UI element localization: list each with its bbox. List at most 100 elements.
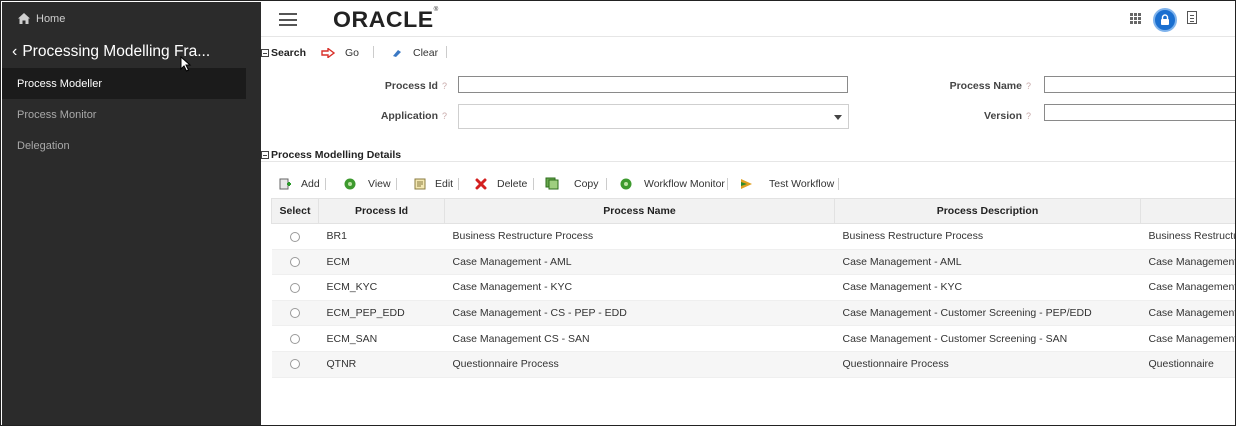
- select-cell: [271, 325, 319, 352]
- toolbar-divider: [606, 178, 607, 190]
- details-section-header[interactable]: Process Modelling Details: [261, 149, 401, 161]
- process-id-input[interactable]: [458, 76, 848, 93]
- go-label: Go: [345, 47, 360, 59]
- table-row[interactable]: ECM Case Management - AML Case Managemen…: [271, 249, 1235, 276]
- edit-label: Edit: [435, 178, 454, 190]
- process-name-cell: Case Management - KYC: [444, 274, 835, 301]
- column-header-process-id[interactable]: Process Id: [318, 198, 445, 224]
- process-id-label: Process Id?: [384, 80, 447, 92]
- select-cell: [271, 274, 319, 301]
- details-section-label: Process Modelling Details: [271, 149, 402, 161]
- process-description-cell: Case Management - KYC: [834, 274, 1141, 301]
- sidebar-title[interactable]: ‹ Processing Modelling Fra...: [2, 35, 261, 72]
- row-radio[interactable]: [290, 333, 300, 344]
- row-radio[interactable]: [290, 359, 300, 370]
- row-radio[interactable]: [290, 282, 300, 293]
- logo-mark: ®: [433, 7, 439, 13]
- view-button[interactable]: View: [344, 178, 391, 190]
- table-row[interactable]: ECM_PEP_EDD Case Management - CS - PEP -…: [271, 300, 1235, 327]
- test-workflow-label: Test Workflow: [769, 178, 835, 190]
- sidebar: Home ‹ Processing Modelling Fra... Proce…: [2, 2, 261, 425]
- search-section-header[interactable]: Search: [261, 47, 306, 59]
- toolbar-divider: [533, 178, 534, 190]
- process-id-cell: BR1: [318, 223, 445, 250]
- view-icon: [344, 178, 356, 190]
- process-name-cell: Case Management - CS - PEP - EDD: [444, 300, 835, 327]
- table-header-row: Select Process Id Process Name Process D…: [271, 198, 1235, 224]
- table-row[interactable]: ECM_SAN Case Management CS - SAN Case Ma…: [271, 325, 1235, 352]
- go-button[interactable]: Go: [321, 47, 359, 59]
- clear-button[interactable]: Clear: [391, 47, 438, 59]
- column-header-extra[interactable]: [1140, 198, 1235, 224]
- home-link[interactable]: Home: [2, 2, 261, 35]
- app-window: Home ‹ Processing Modelling Fra... Proce…: [0, 0, 1236, 426]
- process-name-input[interactable]: [1044, 76, 1235, 93]
- process-table: Select Process Id Process Name Process D…: [271, 198, 1235, 378]
- workflow-monitor-icon: [620, 178, 632, 190]
- column-header-process-name[interactable]: Process Name: [444, 198, 835, 224]
- test-workflow-icon: [741, 179, 752, 189]
- workflow-monitor-button[interactable]: Workflow Monitor: [620, 178, 725, 190]
- column-header-process-description[interactable]: Process Description: [834, 198, 1141, 224]
- help-icon[interactable]: ?: [1026, 81, 1031, 91]
- copy-button[interactable]: Copy: [545, 177, 599, 190]
- table-row[interactable]: BR1 Business Restructure Process Busines…: [271, 223, 1235, 250]
- apps-grid-icon[interactable]: [1130, 13, 1141, 24]
- extra-cell: Business Restructu: [1140, 223, 1235, 250]
- sidebar-item-delegation[interactable]: Delegation: [2, 130, 246, 161]
- edit-icon: [414, 178, 426, 190]
- sidebar-item-process-monitor[interactable]: Process Monitor: [2, 99, 246, 130]
- table-row[interactable]: ECM_KYC Case Management - KYC Case Manag…: [271, 274, 1235, 301]
- application-select[interactable]: [458, 104, 849, 129]
- application-label: Application?: [380, 110, 447, 122]
- table-row[interactable]: QTNR Questionnaire Process Questionnaire…: [271, 351, 1235, 378]
- add-label: Add: [301, 178, 320, 190]
- process-name-cell: Case Management - AML: [444, 249, 835, 276]
- row-radio[interactable]: [290, 231, 300, 242]
- copy-label: Copy: [574, 177, 599, 190]
- version-input[interactable]: [1044, 104, 1235, 121]
- help-icon[interactable]: ?: [442, 111, 447, 121]
- mouse-cursor-icon: [180, 56, 192, 72]
- chevron-left-icon[interactable]: ‹: [12, 43, 17, 60]
- document-icon[interactable]: [1187, 11, 1197, 24]
- help-icon[interactable]: ?: [1026, 111, 1031, 121]
- user-avatar-icon[interactable]: [1153, 8, 1177, 32]
- version-label: Version?: [984, 110, 1031, 122]
- select-cell: [271, 300, 319, 327]
- lock-icon: [1161, 14, 1169, 25]
- logo-text: ORACLE: [333, 7, 434, 32]
- extra-cell: Case Management: [1140, 249, 1235, 276]
- delete-label: Delete: [497, 178, 528, 190]
- select-cell: [271, 223, 319, 250]
- select-cell: [271, 351, 319, 378]
- row-radio[interactable]: [290, 308, 300, 319]
- delete-button[interactable]: Delete: [475, 178, 527, 190]
- arrow-right-icon: [321, 48, 335, 58]
- sidebar-item-process-modeller[interactable]: Process Modeller: [2, 68, 246, 99]
- process-name-cell: Business Restructure Process: [444, 223, 835, 250]
- delete-icon: [475, 178, 487, 190]
- top-bar: ORACLE®: [261, 2, 1235, 37]
- sidebar-item-label: Process Modeller: [17, 77, 102, 90]
- edit-button[interactable]: Edit: [414, 178, 453, 190]
- collapse-icon[interactable]: [261, 49, 269, 57]
- collapse-icon[interactable]: [261, 151, 269, 159]
- view-label: View: [368, 178, 391, 190]
- help-icon[interactable]: ?: [442, 81, 447, 91]
- row-radio[interactable]: [290, 257, 300, 268]
- select-cell: [271, 249, 319, 276]
- add-icon: [279, 178, 291, 190]
- menu-icon[interactable]: [279, 13, 297, 26]
- chevron-down-icon[interactable]: [834, 115, 842, 120]
- extra-cell: Case Management: [1140, 325, 1235, 352]
- process-description-cell: Case Management - Customer Screening - P…: [834, 300, 1141, 327]
- process-id-cell: ECM_KYC: [318, 274, 445, 301]
- extra-cell: Questionnaire: [1140, 351, 1235, 378]
- toolbar-divider: [458, 178, 459, 190]
- home-label: Home: [36, 12, 66, 25]
- add-button[interactable]: Add: [279, 178, 320, 190]
- test-workflow-button[interactable]: Test Workflow: [740, 178, 834, 190]
- process-id-cell: ECM: [318, 249, 445, 276]
- sidebar-item-label: Process Monitor: [17, 108, 97, 121]
